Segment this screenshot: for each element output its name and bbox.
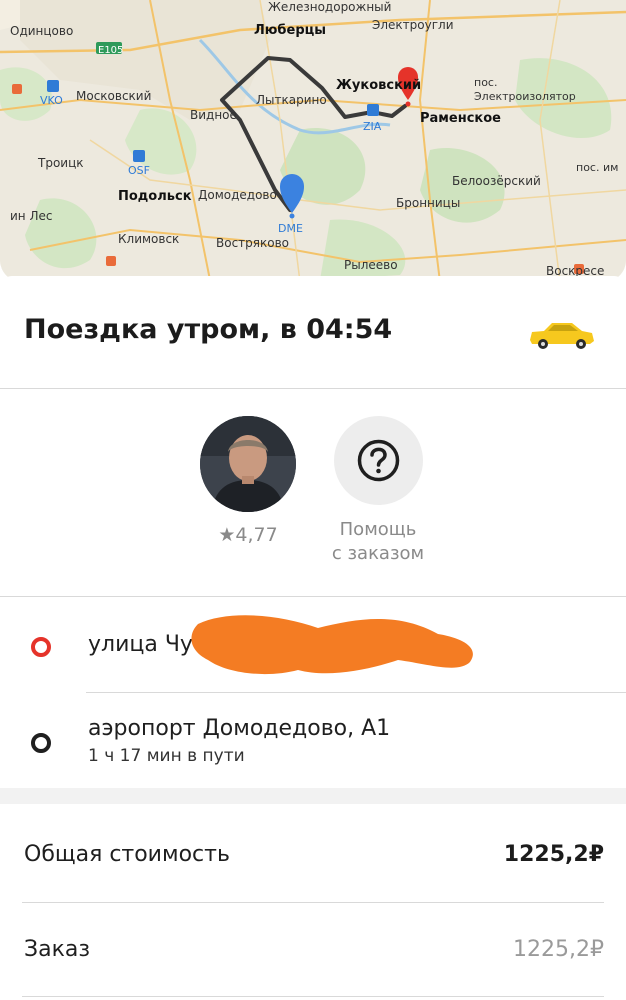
map-label: Домодедово bbox=[198, 188, 277, 202]
map-label: Одинцово bbox=[10, 24, 74, 38]
map-label: Рылеево bbox=[344, 258, 398, 272]
route-map[interactable]: Железнодорожный Электроугли Одинцово Люб… bbox=[0, 0, 626, 282]
map-label: Московский bbox=[76, 89, 152, 103]
redaction-scribble bbox=[191, 615, 473, 675]
map-label: OSF bbox=[128, 164, 150, 177]
help-label[interactable]: Помощь с заказом bbox=[318, 518, 438, 566]
map-label: Электроугли bbox=[372, 18, 454, 32]
driver-rating: ★4,77 bbox=[218, 524, 278, 546]
question-circle-icon bbox=[357, 439, 400, 482]
map-label: Бронницы bbox=[396, 196, 461, 210]
map-label: Климовск bbox=[118, 232, 180, 246]
map-label: Жуковский bbox=[336, 78, 422, 93]
route-destination-address[interactable]: аэропорт Домодедово, А1 bbox=[88, 716, 390, 741]
divider bbox=[22, 902, 604, 903]
map-label: пос. Электроизолятор bbox=[474, 76, 576, 103]
map-label: Востряково bbox=[216, 236, 290, 250]
map-label: Люберцы bbox=[254, 23, 327, 38]
help-label-line2: с заказом bbox=[331, 543, 425, 564]
order-cost-label: Заказ bbox=[24, 937, 91, 962]
taxi-car-icon bbox=[530, 323, 594, 349]
help-label-line1: Помощь bbox=[339, 519, 417, 540]
trip-title: Поездка утром, в 04:54 bbox=[24, 314, 393, 345]
divider bbox=[0, 388, 626, 389]
route-origin-address[interactable]: улица Чу bbox=[88, 632, 193, 657]
map-label: Подольск bbox=[118, 189, 192, 204]
map-label: E105 bbox=[98, 45, 124, 56]
driver-avatar[interactable] bbox=[200, 416, 296, 512]
map-label: Раменское bbox=[420, 111, 502, 126]
divider bbox=[0, 596, 626, 597]
map-label: DME bbox=[278, 222, 303, 235]
section-separator bbox=[0, 788, 626, 804]
map-label: Лыткарино bbox=[256, 93, 327, 107]
destination-point-icon bbox=[31, 733, 51, 753]
route-divider bbox=[86, 692, 626, 693]
map-label: пос. им bbox=[576, 161, 619, 174]
route-duration: 1 ч 17 мин в пути bbox=[88, 746, 245, 766]
map-label: Белоозёрский bbox=[452, 174, 541, 188]
help-button[interactable] bbox=[334, 416, 423, 505]
map-label: Железнодорожный bbox=[268, 0, 392, 14]
map-label: Видное bbox=[190, 108, 237, 122]
map-label: ZIA bbox=[363, 120, 382, 133]
divider bbox=[22, 996, 604, 997]
map-canvas bbox=[0, 0, 626, 282]
map-label: Троицк bbox=[38, 156, 84, 170]
total-cost-label: Общая стоимость bbox=[24, 842, 230, 867]
sheet-handle-area bbox=[0, 276, 626, 288]
total-cost-value: 1225,2₽ bbox=[503, 842, 604, 867]
map-label: VKO bbox=[40, 94, 63, 107]
origin-point-icon bbox=[31, 637, 51, 657]
order-cost-value: 1225,2₽ bbox=[513, 937, 604, 962]
driver-photo bbox=[200, 416, 296, 512]
map-label: ин Лес bbox=[10, 209, 53, 223]
